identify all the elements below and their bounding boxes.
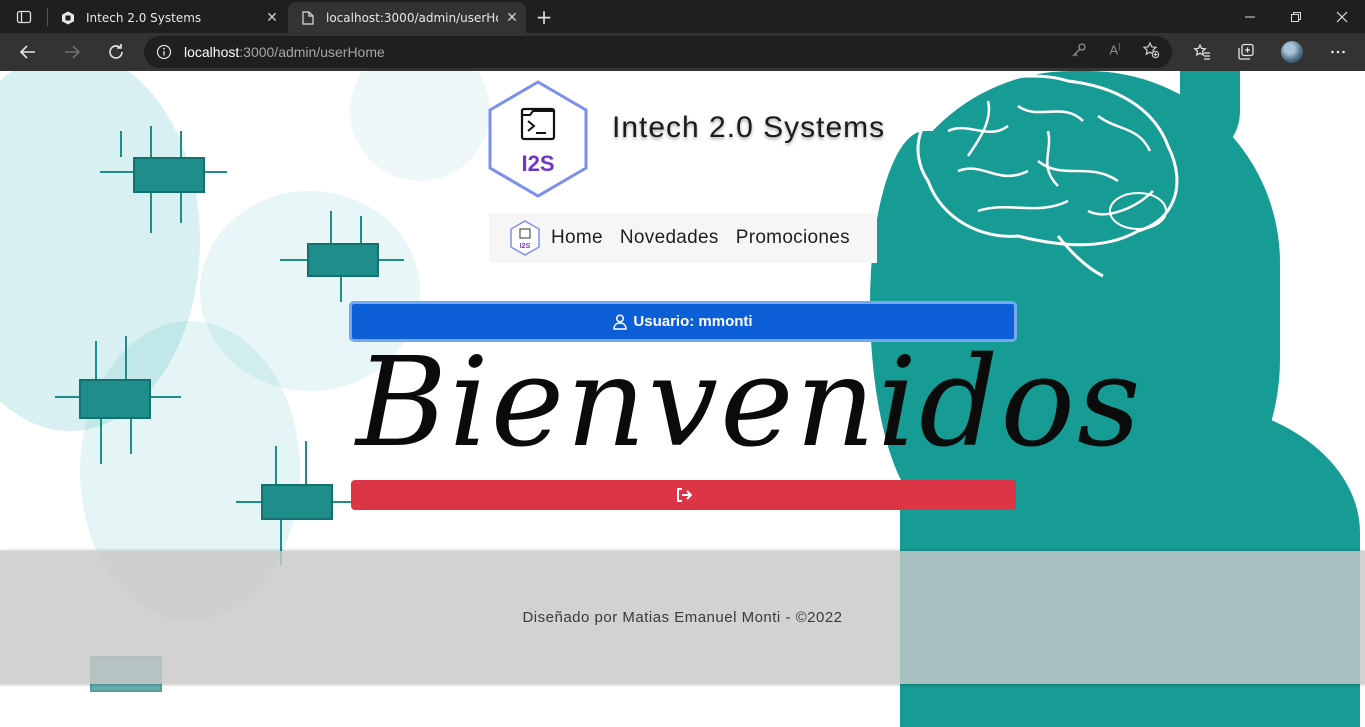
site-footer: Diseñado por Matias Emanuel Monti - ©202…: [0, 551, 1365, 684]
nav-link-home[interactable]: Home: [551, 227, 603, 249]
logout-icon: [676, 488, 692, 502]
tab-title: Intech 2.0 Systems: [86, 10, 202, 25]
site-logo[interactable]: I2S: [485, 79, 591, 199]
i2s-hexagon-logo-icon: I2S: [488, 80, 588, 198]
read-aloud-icon[interactable]: A): [1105, 40, 1125, 60]
more-icon: [1331, 50, 1345, 54]
address-path: :3000/admin/userHome: [239, 44, 385, 60]
refresh-icon: [109, 44, 123, 59]
refresh-button[interactable]: [101, 37, 131, 67]
restore-button[interactable]: [1273, 0, 1319, 33]
tab-title: localhost:3000/admin/userHome: [326, 10, 498, 25]
nav-link-promociones[interactable]: Promociones: [736, 227, 850, 249]
close-tab-icon[interactable]: ✕: [258, 10, 286, 26]
site-hexagon-icon: [60, 10, 76, 26]
forward-icon: [65, 45, 81, 59]
browser-tab-userhome[interactable]: localhost:3000/admin/userHome ✕: [288, 2, 526, 33]
collections-icon: [1238, 43, 1254, 60]
nav-link-novedades[interactable]: Novedades: [620, 227, 719, 249]
welcome-heading: Bienvenidos: [356, 331, 1143, 475]
close-icon: [1336, 11, 1348, 22]
back-icon: [19, 45, 35, 59]
user-button-label: Usuario: mmonti: [633, 313, 753, 330]
favorites-button[interactable]: [1187, 37, 1217, 67]
circuit-chip-icon: [79, 379, 151, 419]
info-icon[interactable]: [144, 44, 184, 60]
more-button[interactable]: [1323, 37, 1353, 67]
minimize-icon: [1245, 16, 1255, 17]
new-tab-button[interactable]: +: [531, 4, 557, 30]
browser-tab-strip: Intech 2.0 Systems ✕ localhost:3000/admi…: [0, 0, 1365, 33]
footer-credit: Diseñado por Matias Emanuel Monti - ©202…: [522, 609, 843, 626]
close-window-button[interactable]: [1319, 0, 1365, 33]
navbar-logo-text: I2S: [520, 243, 531, 250]
main-navbar: I2S Home Novedades Promociones: [489, 213, 877, 263]
navbar-logo-icon[interactable]: I2S: [509, 220, 541, 256]
site-title: Intech 2.0 Systems: [612, 111, 886, 144]
tab-actions-icon: [16, 10, 32, 23]
back-button[interactable]: [13, 37, 43, 67]
browser-toolbar: localhost:3000/admin/userHome A): [0, 33, 1365, 71]
browser-tab-intech[interactable]: Intech 2.0 Systems ✕: [48, 2, 286, 33]
restore-icon: [1291, 11, 1301, 22]
collections-button[interactable]: [1231, 37, 1261, 67]
user-icon: [613, 313, 628, 330]
circuit-chip-icon: [307, 243, 379, 277]
page-icon: [300, 10, 316, 26]
close-tab-icon[interactable]: ✕: [498, 10, 526, 26]
minimize-button[interactable]: [1227, 0, 1273, 33]
add-favorite-icon[interactable]: [1141, 40, 1161, 60]
address-bar[interactable]: localhost:3000/admin/userHome: [144, 36, 1172, 68]
forward-button[interactable]: [57, 37, 87, 67]
brain-icon: [916, 74, 1179, 278]
profile-avatar[interactable]: [1281, 41, 1303, 63]
tab-actions-button[interactable]: [0, 0, 48, 33]
address-url: localhost:3000/admin/userHome: [184, 44, 385, 60]
logout-button[interactable]: [351, 480, 1016, 510]
logo-text: I2S: [521, 151, 554, 176]
key-icon[interactable]: [1069, 40, 1089, 60]
circuit-chip-icon: [133, 157, 205, 193]
address-host: localhost: [184, 44, 240, 60]
page-viewport: I2S Intech 2.0 Systems I2S Home Novedade…: [0, 71, 1365, 727]
circuit-chip-icon: [261, 484, 333, 520]
favorites-icon: [1193, 43, 1210, 60]
